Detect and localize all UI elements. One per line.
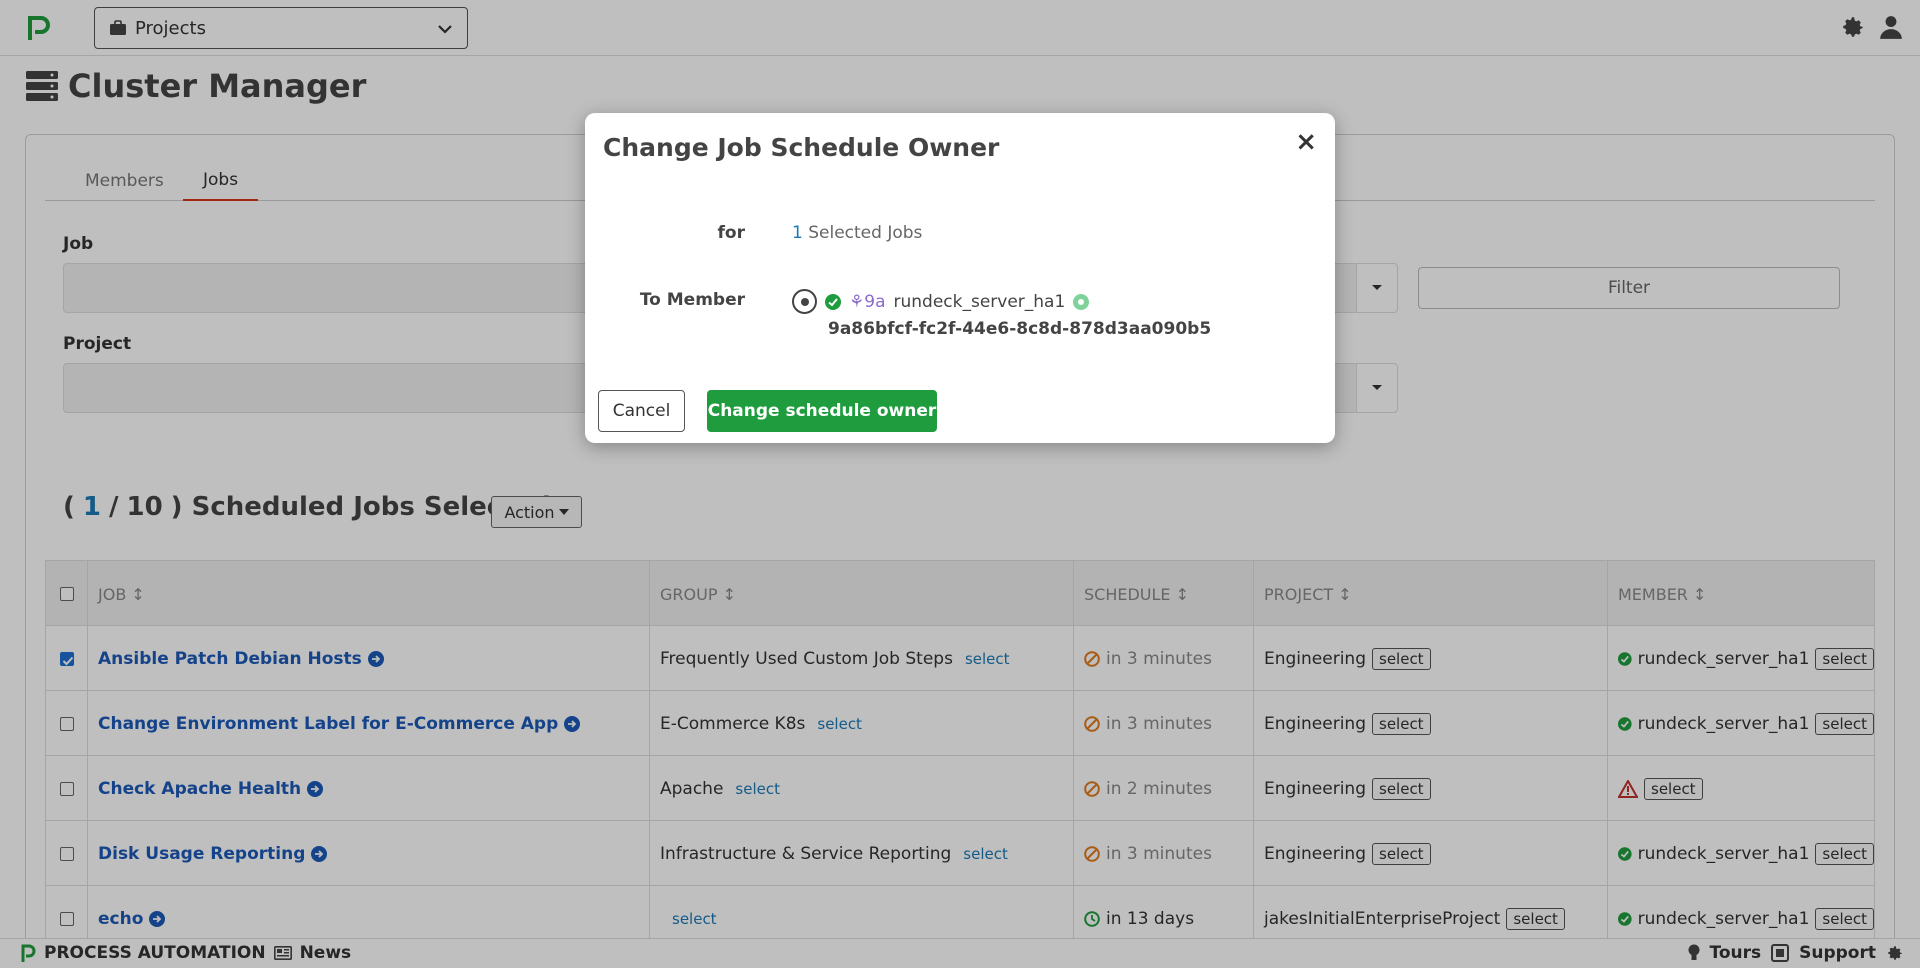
leaf-icon: ⚘	[849, 291, 865, 312]
member-radio[interactable]	[792, 289, 817, 314]
member-uuid: 9a86bfcf-fc2f-44e6-8c8d-878d3aa090b5	[828, 319, 1212, 339]
change-owner-modal: Change Job Schedule Owner × for 1 Select…	[585, 113, 1335, 443]
close-icon[interactable]: ×	[1295, 129, 1317, 155]
change-schedule-owner-button[interactable]: Change schedule owner	[707, 390, 937, 432]
member-hash: ⚘9a	[849, 291, 886, 312]
modal-title: Change Job Schedule Owner	[603, 133, 1000, 162]
cancel-button[interactable]: Cancel	[598, 390, 685, 432]
member-option[interactable]: ⚘9a rundeck_server_ha1	[792, 289, 1090, 314]
to-member-label: To Member	[639, 290, 745, 310]
selected-jobs-value: 1 Selected Jobs	[792, 223, 923, 243]
check-circle-icon	[825, 293, 841, 310]
for-label: for	[717, 223, 745, 243]
member-name: rundeck_server_ha1	[893, 291, 1066, 312]
status-dot-icon	[1073, 293, 1090, 310]
